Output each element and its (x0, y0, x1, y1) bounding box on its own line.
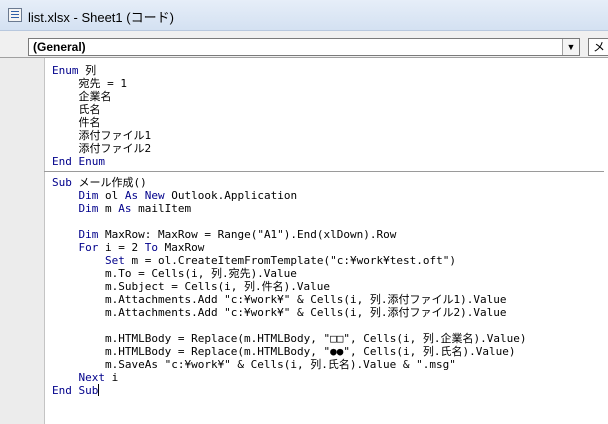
code-editor[interactable]: Enum 列 宛先 = 1 企業名 氏名 件名 添付ファイル1 添付ファイル2 E… (0, 58, 608, 424)
code-token: 列 (78, 64, 97, 77)
code-line: End Sub (52, 384, 604, 397)
code-line: Sub メール作成() (52, 176, 604, 189)
code-keyword: Dim (78, 189, 99, 202)
code-token: m.HTMLBody = Replace(m.HTMLBody, "●●", C… (52, 345, 516, 358)
code-line: 企業名 (52, 90, 604, 103)
code-token: m.To = Cells(i, 列.宛先).Value (52, 267, 297, 280)
code-line: Dim MaxRow: MaxRow = Range("A1").End(xlD… (52, 228, 604, 241)
code-keyword: As (118, 202, 132, 215)
title-bar[interactable]: list.xlsx - Sheet1 (コード) (0, 0, 608, 31)
code-token: i = 2 (98, 241, 145, 254)
code-line: 添付ファイル1 (52, 129, 604, 142)
code-keyword: End Sub (52, 384, 99, 397)
code-line: For i = 2 To MaxRow (52, 241, 604, 254)
code-line: Dim ol As New Outlook.Application (52, 189, 604, 202)
code-token: MaxRow: MaxRow = Range("A1").End(xlDown)… (98, 228, 397, 241)
code-keyword: Next (78, 371, 106, 384)
code-keyword: Dim (78, 202, 99, 215)
procedure-dropdown[interactable]: メ (588, 38, 608, 56)
object-dropdown-value: (General) (33, 40, 86, 54)
code-token: 添付ファイル2 (52, 142, 152, 155)
code-token: m.HTMLBody = Replace(m.HTMLBody, "□□", C… (52, 332, 527, 345)
code-token: m (98, 202, 119, 215)
code-line: Set m = ol.CreateItemFromTemplate("c:¥wo… (52, 254, 604, 267)
code-line: 氏名 (52, 103, 604, 116)
vbe-code-window: list.xlsx - Sheet1 (コード) (General) ▼ メ E… (0, 0, 608, 424)
code-window-icon (8, 8, 22, 22)
code-line: 添付ファイル2 (52, 142, 604, 155)
code-keyword: Enum (52, 64, 79, 77)
code-line: End Enum (52, 155, 604, 168)
code-token: m.Attachments.Add "c:¥work¥" & Cells(i, … (52, 293, 507, 306)
code-token: m = ol.CreateItemFromTemplate("c:¥work¥t… (124, 254, 456, 267)
code-line: m.Attachments.Add "c:¥work¥" & Cells(i, … (52, 306, 604, 319)
code-keyword: As New (124, 189, 165, 202)
code-token: Outlook.Application (164, 189, 298, 202)
code-token: i (105, 371, 119, 384)
code-token: 添付ファイル1 (52, 129, 152, 142)
code-line: 宛先 = 1 (52, 77, 604, 90)
code-line: m.Attachments.Add "c:¥work¥" & Cells(i, … (52, 293, 604, 306)
code-token: ol (98, 189, 125, 202)
margin-indicator-bar[interactable] (0, 58, 45, 424)
chevron-down-icon[interactable]: ▼ (562, 39, 579, 55)
code-line: m.HTMLBody = Replace(m.HTMLBody, "●●", C… (52, 345, 604, 358)
code-token: m.Subject = Cells(i, 列.件名).Value (52, 280, 331, 293)
text-caret (98, 384, 100, 396)
code-line: 件名 (52, 116, 604, 129)
code-area[interactable]: Enum 列 宛先 = 1 企業名 氏名 件名 添付ファイル1 添付ファイル2 E… (44, 64, 604, 397)
code-token: m.SaveAs "c:¥work¥" & Cells(i, 列.氏名).Val… (52, 358, 456, 371)
procedure-separator (44, 171, 604, 172)
code-keyword: Sub (52, 176, 72, 189)
code-keyword: Set (104, 254, 125, 267)
code-token: mailItem (131, 202, 192, 215)
code-keyword: End Enum (52, 155, 105, 168)
code-line: m.Subject = Cells(i, 列.件名).Value (52, 280, 604, 293)
object-dropdown[interactable]: (General) ▼ (28, 38, 580, 56)
code-line: m.To = Cells(i, 列.宛先).Value (52, 267, 604, 280)
window-title: list.xlsx - Sheet1 (コード) (28, 10, 174, 25)
combo-toolbar: (General) ▼ メ (0, 31, 608, 58)
code-line: m.HTMLBody = Replace(m.HTMLBody, "□□", C… (52, 332, 604, 345)
code-keyword: Dim (78, 228, 99, 241)
sub-block: Sub メール作成() Dim ol As New Outlook.Applic… (52, 176, 604, 397)
code-token: MaxRow (157, 241, 205, 254)
code-line: Enum 列 (52, 64, 604, 77)
procedure-dropdown-value: メ (593, 40, 606, 54)
code-token: 宛先 = 1 (52, 77, 127, 90)
code-token: 件名 (52, 116, 101, 129)
enum-block: Enum 列 宛先 = 1 企業名 氏名 件名 添付ファイル1 添付ファイル2 E… (52, 64, 604, 168)
code-token: m.Attachments.Add "c:¥work¥" & Cells(i, … (52, 306, 507, 319)
code-token: 企業名 (52, 90, 112, 103)
code-line: m.SaveAs "c:¥work¥" & Cells(i, 列.氏名).Val… (52, 358, 604, 371)
code-keyword: For (78, 241, 99, 254)
code-token: 氏名 (52, 103, 101, 116)
code-line: Dim m As mailItem (52, 202, 604, 215)
code-line: Next i (52, 371, 604, 384)
code-keyword: To (144, 241, 158, 254)
code-token: メール作成() (71, 176, 147, 189)
